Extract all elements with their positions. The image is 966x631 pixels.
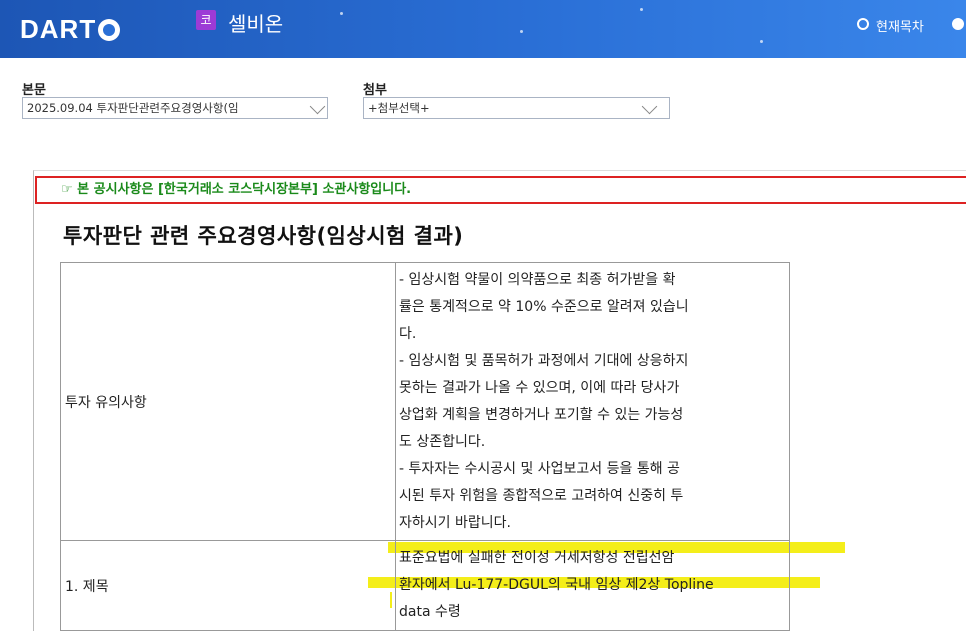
value-line: data 수령 — [399, 604, 461, 620]
decor-dot — [640, 8, 643, 11]
logo-text: DART — [20, 14, 97, 44]
value-line: 자하시기 바랍니다. — [399, 514, 511, 531]
row-label: 투자 유의사항 — [60, 262, 396, 541]
value-line: - 투자자는 수시공시 및 사업보고서 등을 통해 공 — [399, 460, 680, 477]
dart-logo[interactable]: DART — [20, 14, 121, 45]
row-value: 표준요법에 실패한 전이성 거세저항성 전립선암 환자에서 Lu-177-DGU… — [395, 540, 790, 631]
main-doc-select[interactable]: 2025.09.04 투자판단관련주요경영사항(임 — [22, 97, 328, 119]
market-badge: 코 — [196, 10, 216, 30]
current-toc-label: 현재목차 — [876, 20, 924, 35]
table-row: 투자 유의사항 - 임상시험 약물이 의약품으로 최종 허가받을 확 률은 통계… — [60, 262, 790, 541]
value-line: 환자에서 Lu-177-DGUL의 국내 임상 제2상 Topline — [399, 577, 714, 593]
decor-dot — [340, 12, 343, 15]
table-row: 1. 제목 표준요법에 실패한 전이성 거세저항성 전립선암 환자에서 Lu-1… — [60, 540, 790, 631]
value-line: - 임상시험 및 품목허가 과정에서 기대에 상응하지 — [399, 352, 689, 369]
other-toc-radio[interactable] — [952, 18, 964, 30]
company-name: 셀비온 — [228, 12, 284, 36]
jurisdiction-notice: ☞ 본 공시사항은 [한국거래소 코스닥시장본부] 소관사항입니다. — [35, 176, 966, 204]
main-doc-select-value: 2025.09.04 투자판단관련주요경영사항(임 — [27, 101, 239, 115]
attachment-select[interactable]: +첨부선택+ — [363, 97, 670, 119]
disclosure-table: 투자 유의사항 - 임상시험 약물이 의약품으로 최종 허가받을 확 률은 통계… — [60, 262, 790, 631]
row-label: 1. 제목 — [60, 540, 396, 631]
value-line: 표준요법에 실패한 전이성 거세저항성 전립선암 — [399, 550, 675, 566]
chevron-down-icon — [641, 98, 658, 115]
decor-dot — [760, 40, 763, 43]
top-header: DART 코 셀비온 현재목차 — [0, 0, 966, 58]
current-toc-radio[interactable] — [857, 18, 869, 30]
main-doc-label: 본문 — [22, 83, 46, 98]
value-line: 도 상존합니다. — [399, 433, 486, 450]
value-line: - 임상시험 약물이 의약품으로 최종 허가받을 확 — [399, 271, 676, 288]
value-line: 상업화 계획을 변경하거나 포기할 수 있는 가능성 — [399, 406, 684, 423]
document-title: 투자판단 관련 주요경영사항(임상시험 결과) — [63, 224, 464, 248]
value-line: 못하는 결과가 나올 수 있으며, 이에 따라 당사가 — [399, 379, 680, 396]
value-line: 률은 통계적으로 약 10% 수준으로 알려져 있습니 — [399, 298, 689, 315]
value-line: 다. — [399, 325, 417, 342]
value-line: 시된 투자 위험을 종합적으로 고려하여 신중히 투 — [399, 487, 684, 504]
row-value: - 임상시험 약물이 의약품으로 최종 허가받을 확 률은 통계적으로 약 10… — [395, 262, 790, 541]
chevron-down-icon — [309, 98, 326, 115]
attachment-select-value: +첨부선택+ — [368, 101, 430, 115]
attachment-label: 첨부 — [363, 83, 387, 98]
decor-dot — [520, 30, 523, 33]
logo-mark-icon — [98, 19, 121, 41]
